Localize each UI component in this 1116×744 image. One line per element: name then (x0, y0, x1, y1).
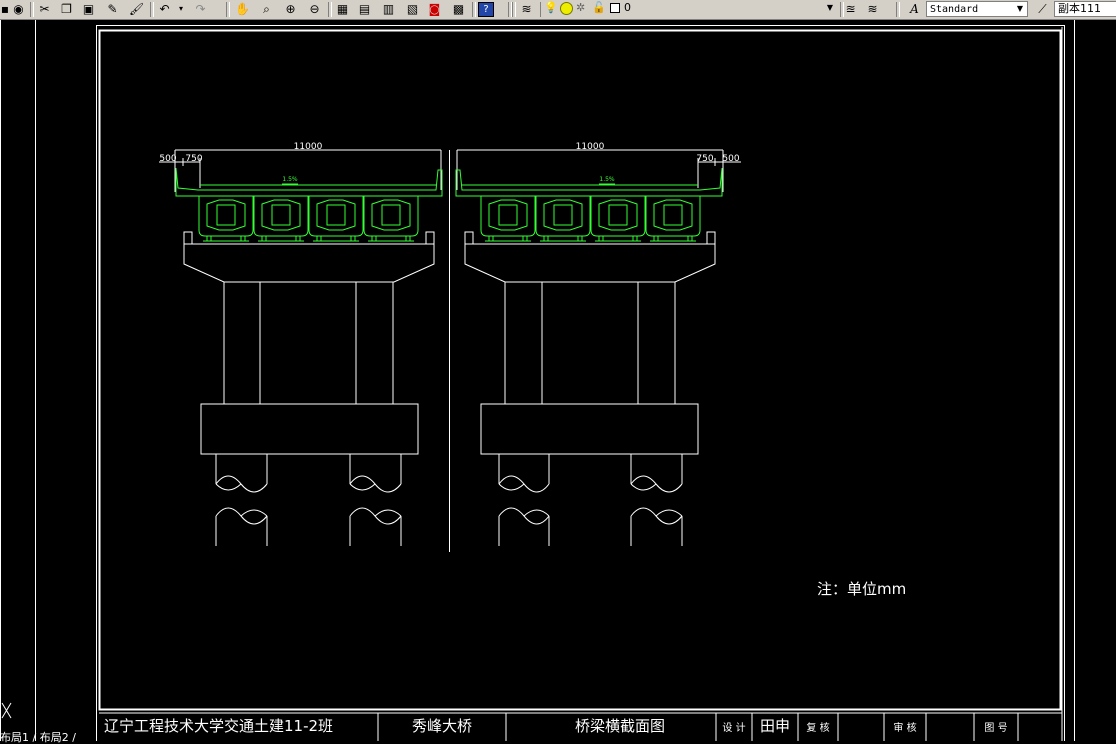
left-width-dimension: 11000 (294, 142, 323, 152)
freeze-icon: ✲ (576, 1, 586, 14)
match-properties-icon[interactable]: ✎ (104, 1, 121, 17)
dbconnect-icon[interactable]: ◙ (426, 1, 443, 17)
title-drawing: 桥梁横截面图 (575, 717, 665, 735)
bearing (371, 235, 377, 242)
bearing (350, 235, 356, 242)
right-width-dimension: 11000 (576, 142, 605, 152)
unit-note: 注：单位mm (817, 580, 906, 598)
bearing (240, 235, 246, 242)
text-style-value: Standard (930, 4, 979, 15)
bearing (261, 235, 267, 242)
layer-combo[interactable]: 💡 ✲ 🔓 0 ▼ (542, 1, 838, 17)
title-block: 辽宁工程技术大学交通土建11-2班 秀峰大桥 桥梁横截面图 设 计 田申 复 核… (104, 717, 1008, 735)
bearing (522, 235, 528, 242)
girder-inner (553, 204, 573, 226)
girder-inner (498, 204, 518, 226)
toolbar-separator (328, 2, 332, 17)
brush-icon[interactable]: 🖌 (128, 1, 145, 17)
text-style-combo[interactable]: Standard ▼ (926, 1, 1028, 17)
help-icon[interactable]: ? (478, 2, 494, 17)
chevron-down-icon[interactable]: ▼ (1014, 3, 1026, 15)
title-designer-label: 设 计 (722, 721, 745, 734)
sun-icon (560, 2, 573, 15)
bearing (687, 235, 693, 242)
left-slope-label: 1.5% (282, 176, 298, 183)
canvas-frame (0, 20, 1075, 741)
pan-icon[interactable]: ✋ (234, 1, 251, 17)
dim-style-icon[interactable]: ⟋ (1034, 1, 1051, 17)
bearing (405, 235, 411, 242)
standard-toolbar: ▪ ◉ ✂ ❐ ▣ ✎ 🖌 ↶ ▾ ↷ ✋ ⌕ ⊕ ⊖ ▦ ▤ ▥ ▧ ◙ ▩ … (0, 0, 1116, 20)
bearing (543, 235, 549, 242)
bearing (598, 235, 604, 242)
dim-style-combo[interactable]: 副本111 (1054, 1, 1116, 17)
toolbar-separator (472, 2, 476, 17)
right-curb-dimension: 500 (722, 154, 739, 164)
girder-inner (326, 204, 346, 226)
properties-icon[interactable]: ▦ (334, 1, 351, 17)
lightbulb-icon: 💡 (544, 1, 558, 14)
bearing (316, 235, 322, 242)
girder-inner (216, 204, 236, 226)
zoom-realtime-icon[interactable]: ⌕ (258, 1, 275, 17)
girder-inner (663, 204, 683, 226)
zoom-window-icon[interactable]: ⊕ (282, 1, 299, 17)
redo-icon[interactable]: ↷ (192, 1, 209, 17)
title-designer-name: 田申 (760, 717, 790, 735)
toolbar-separator (896, 2, 900, 17)
copy-icon[interactable]: ❐ (58, 1, 75, 17)
layers-icon[interactable]: ≋ (864, 1, 881, 17)
zoom-previous-icon[interactable]: ⊖ (306, 1, 323, 17)
left-sidewalk-dimension: 750 (185, 154, 202, 164)
left-curb-dimension: 500 (159, 154, 176, 164)
toolbar-item-icon[interactable]: ▪ (0, 1, 10, 17)
right-cross-section: 11000 750 500 1.5% (455, 142, 741, 546)
layer-manager-icon[interactable]: ≋ (518, 1, 535, 17)
title-reviewer-label: 审 核 (893, 721, 916, 734)
toolbar-separator (512, 2, 516, 17)
title-checker-label: 复 核 (806, 721, 829, 734)
color-square-icon (610, 3, 620, 13)
toolbar-separator (226, 2, 230, 17)
layout-tabs[interactable]: 布局1 / 布局2 / (0, 732, 76, 743)
girder-inner (271, 204, 291, 226)
undo-icon[interactable]: ↶ (156, 1, 173, 17)
lock-icon: 🔓 (592, 1, 606, 14)
left-cross-section: 11000 500 750 1.5% (159, 142, 443, 546)
bearing (653, 235, 659, 242)
layer-value: 0 (624, 1, 631, 14)
bearing (577, 235, 583, 242)
bearing (488, 235, 494, 242)
text-style-icon[interactable]: A (906, 1, 923, 17)
title-project: 秀峰大桥 (412, 717, 472, 735)
globe-icon[interactable]: ◉ (10, 1, 27, 17)
toolbar-separator (30, 2, 34, 17)
paste-icon[interactable]: ▣ (80, 1, 97, 17)
bearing (632, 235, 638, 242)
cut-icon[interactable]: ✂ (36, 1, 53, 17)
right-slope-label: 1.5% (599, 176, 615, 183)
title-school: 辽宁工程技术大学交通土建11-2班 (104, 717, 333, 735)
ucs-icon (1, 702, 12, 719)
right-sidewalk-dimension: 750 (696, 154, 713, 164)
tool-palettes-icon[interactable]: ▥ (380, 1, 397, 17)
calculator-icon[interactable]: ▩ (450, 1, 467, 17)
layer-previous-icon[interactable]: ≊ (842, 1, 859, 17)
bearing (206, 235, 212, 242)
design-center-icon[interactable]: ▤ (356, 1, 373, 17)
toolbar-separator (150, 2, 154, 17)
bearing (295, 235, 301, 242)
undo-dropdown-icon[interactable]: ▾ (176, 1, 186, 17)
chevron-down-icon[interactable]: ▼ (824, 2, 836, 14)
sheet-set-icon[interactable]: ▧ (404, 1, 421, 17)
drawing-canvas[interactable]: 11000 500 750 1.5% 11000 750 500 1.5% 注：… (0, 20, 1116, 741)
dim-style-value: 副本111 (1058, 2, 1101, 15)
girder-inner (608, 204, 628, 226)
girder-inner (381, 204, 401, 226)
title-drawing-no-label: 图 号 (984, 722, 1007, 734)
